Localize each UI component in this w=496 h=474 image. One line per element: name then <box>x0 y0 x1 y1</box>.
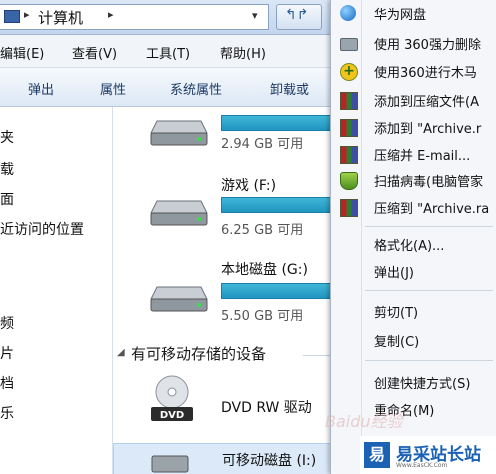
ctx-label: 华为网盘 <box>374 8 427 23</box>
computer-icon <box>4 10 20 23</box>
ctx-label: 剪切(T) <box>374 306 419 321</box>
removable-disk-icon <box>151 455 189 473</box>
site-logo-watermark: 易 易采站长站 Www.EasCK.Com <box>360 436 496 474</box>
uninstall-button[interactable]: 卸载或 <box>270 79 309 98</box>
site-url: Www.EasCK.Com <box>396 462 448 469</box>
winrar-icon <box>340 119 358 137</box>
dvd-drive-icon: DVD <box>151 375 193 421</box>
hard-drive-icon <box>150 200 208 226</box>
drive-name: 游戏 (F:) <box>221 178 277 194</box>
nav-item-music[interactable]: 乐 <box>0 403 14 423</box>
ctx-item-virus-scan[interactable]: 扫描病毒(电脑管家 <box>331 167 496 193</box>
nav-item-videos[interactable]: 频 <box>0 313 14 333</box>
refresh-icon: ↰↱ <box>285 7 309 23</box>
drive-usage-bar <box>221 197 330 213</box>
address-bar: ▸ 计算机 ▸ ▾ ↰↱ <box>0 0 330 35</box>
ctx-item-eject[interactable]: 弹出(J) <box>331 258 496 284</box>
ctx-item-cut[interactable]: 剪切(T) <box>331 298 496 324</box>
drive-usage-bar <box>221 115 330 131</box>
ctx-label: 复制(C) <box>374 335 420 350</box>
properties-button[interactable]: 属性 <box>100 79 126 98</box>
baidu-watermark: Baidu经验 <box>325 412 403 431</box>
removable-disk-item[interactable]: 可移动磁盘 (I:) <box>113 443 330 474</box>
eject-button[interactable]: 弹出 <box>28 79 54 98</box>
drive-item[interactable]: 2.94 GB 可用 <box>113 107 330 175</box>
ctx-item-360-trojan-scan[interactable]: + 使用360进行木马 <box>331 58 496 84</box>
ctx-item-add-to-archive-rar[interactable]: 添加到 "Archive.r <box>331 114 496 140</box>
drive-usage-bar <box>221 283 330 299</box>
group-collapse-icon[interactable]: ◢ <box>117 347 125 358</box>
breadcrumb-arrow-icon[interactable]: ▸ <box>108 8 114 21</box>
winrar-icon <box>340 92 358 110</box>
shredder-icon <box>340 38 358 51</box>
ctx-label: 添加到 "Archive.r <box>374 122 482 137</box>
menu-separator <box>365 226 493 227</box>
ctx-item-add-to-archive[interactable]: 添加到压缩文件(A <box>331 87 496 113</box>
ctx-item-format[interactable]: 格式化(A)... <box>331 231 496 257</box>
winrar-icon <box>340 146 358 164</box>
ctx-item-copy[interactable]: 复制(C) <box>331 327 496 353</box>
site-logo-icon: 易 <box>364 442 390 468</box>
drive-free-space: 5.50 GB 可用 <box>221 309 304 324</box>
hard-drive-icon <box>150 286 208 312</box>
ctx-label: 使用360进行木马 <box>374 66 477 81</box>
menu-tools[interactable]: 工具(T) <box>146 43 190 62</box>
nav-item-downloads[interactable]: 载 <box>0 159 14 179</box>
nav-item-pictures[interactable]: 片 <box>0 343 14 363</box>
group-divider <box>303 355 330 356</box>
winrar-icon <box>340 199 358 217</box>
nav-item-desktop[interactable]: 面 <box>0 189 14 209</box>
ctx-label: 扫描病毒(电脑管家 <box>374 175 484 190</box>
ctx-item-compress-to-archive-rar[interactable]: 压缩到 "Archive.ra <box>331 194 496 220</box>
ctx-label: 使用 360强力删除 <box>374 38 481 53</box>
dvd-drive-item[interactable]: DVD DVD RW 驱动 <box>113 369 330 449</box>
nav-item-recent-places[interactable]: 近访问的位置 <box>0 219 84 239</box>
menu-separator <box>365 360 493 361</box>
drive-item[interactable]: 本地磁盘 (G:) 5.50 GB 可用 <box>113 259 330 339</box>
drive-free-space: 6.25 GB 可用 <box>221 223 304 238</box>
file-list: 2.94 GB 可用 游戏 (F:) 6.25 GB 可用 本地磁盘 (G:) … <box>113 107 330 474</box>
menu-bar: 编辑(E) 查看(V) 工具(T) 帮助(H) <box>0 35 330 68</box>
address-field[interactable]: ▸ 计算机 ▸ ▾ <box>0 4 269 30</box>
menu-edit[interactable]: 编辑(E) <box>0 43 44 62</box>
system-properties-button[interactable]: 系统属性 <box>170 79 222 98</box>
ctx-item-compress-email[interactable]: 压缩并 E-mail... <box>331 141 496 167</box>
ctx-label: 创建快捷方式(S) <box>374 377 471 392</box>
ctx-item-create-shortcut[interactable]: 创建快捷方式(S) <box>331 369 496 395</box>
ctx-item-huawei-disk[interactable]: 华为网盘 <box>331 0 496 26</box>
globe-icon <box>340 5 356 21</box>
360-plus-icon: + <box>340 63 358 81</box>
menu-help[interactable]: 帮助(H) <box>220 43 266 62</box>
context-menu: 华为网盘 使用 360强力删除 + 使用360进行木马 添加到压缩文件(A 添加… <box>330 0 496 474</box>
hard-drive-icon <box>150 120 208 146</box>
group-header-removable[interactable]: 有可移动存储的设备 <box>131 343 266 364</box>
ctx-label: 弹出(J) <box>374 266 414 281</box>
address-dropdown-icon[interactable]: ▾ <box>252 9 258 22</box>
dvd-badge: DVD <box>160 410 184 421</box>
menu-separator <box>365 290 493 291</box>
navigation-pane: 夹 载 面 近访问的位置 频 片 档 乐 <box>0 107 113 474</box>
ctx-item-360-shred[interactable]: 使用 360强力删除 <box>331 30 496 56</box>
drive-free-space: 2.94 GB 可用 <box>221 137 304 152</box>
ctx-label: 压缩并 E-mail... <box>374 149 471 164</box>
breadcrumb-computer[interactable]: 计算机 <box>38 7 83 28</box>
ctx-label: 添加到压缩文件(A <box>374 95 479 110</box>
shield-icon <box>340 172 358 190</box>
refresh-button[interactable]: ↰↱ <box>276 4 322 30</box>
ctx-label: 格式化(A)... <box>374 239 445 254</box>
drive-name: 可移动磁盘 (I:) <box>222 453 317 469</box>
drive-name: DVD RW 驱动 <box>221 400 312 416</box>
nav-item-favorites[interactable]: 夹 <box>0 127 14 147</box>
drive-item[interactable]: 游戏 (F:) 6.25 GB 可用 <box>113 175 330 255</box>
ctx-label: 压缩到 "Archive.ra <box>374 202 490 217</box>
drive-name: 本地磁盘 (G:) <box>221 262 308 278</box>
command-bar: 弹出 属性 系统属性 卸载或 <box>0 68 330 107</box>
nav-item-documents[interactable]: 档 <box>0 373 14 393</box>
menu-view[interactable]: 查看(V) <box>72 43 117 62</box>
breadcrumb-arrow-icon[interactable]: ▸ <box>24 8 30 21</box>
